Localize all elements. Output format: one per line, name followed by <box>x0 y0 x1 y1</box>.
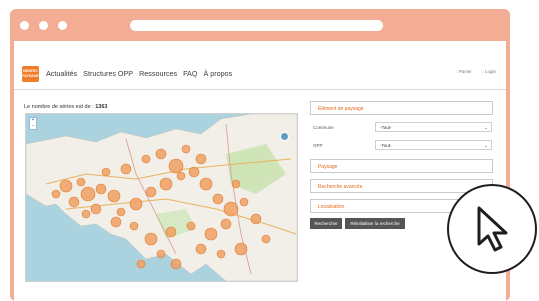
window-dot <box>39 21 48 30</box>
main-nav: Actualités Structures OPP Ressources FAQ… <box>46 69 236 78</box>
pointer-badge <box>447 184 537 274</box>
map-cluster-marker[interactable] <box>141 154 151 164</box>
nav-link-faq[interactable]: FAQ <box>183 69 197 78</box>
map-cluster-marker[interactable] <box>120 163 132 175</box>
map-cluster-marker[interactable] <box>231 179 241 189</box>
element-paysage-section[interactable]: Élément de paysage <box>310 101 493 115</box>
commune-select[interactable]: -Tout- ⌄ <box>375 122 492 132</box>
map-cluster-marker[interactable] <box>116 207 126 217</box>
map-cluster-marker[interactable] <box>170 258 182 270</box>
map-cluster-marker[interactable] <box>204 227 218 241</box>
map-cluster-marker[interactable] <box>81 209 91 219</box>
map-cluster-marker[interactable] <box>234 242 248 256</box>
map-cluster-marker[interactable] <box>199 177 213 191</box>
map-cluster-marker[interactable] <box>144 232 158 246</box>
window-dot <box>20 21 29 30</box>
map-cluster-marker[interactable] <box>145 186 157 198</box>
map-cluster-marker[interactable] <box>107 189 121 203</box>
map-cluster-marker[interactable] <box>51 189 61 199</box>
map-cluster-marker[interactable] <box>156 249 166 259</box>
map-cluster-marker[interactable] <box>159 177 173 191</box>
map-cluster-marker[interactable] <box>195 153 207 165</box>
map-cluster-marker[interactable] <box>165 226 177 238</box>
site-logo[interactable]: OBSERV. PAYSAGE <box>22 66 39 82</box>
basket-icon: ◌ <box>454 69 458 74</box>
map-cluster-marker[interactable] <box>129 221 139 231</box>
address-bar[interactable] <box>130 20 383 31</box>
map-cluster-marker[interactable] <box>95 183 107 195</box>
paysage-section[interactable]: Paysage <box>310 159 493 173</box>
panier-link[interactable]: ◌ Panier <box>455 69 472 74</box>
map-cluster-marker[interactable] <box>195 243 207 255</box>
series-count: Le nombre de séries est de : 1363 <box>24 104 108 110</box>
zoom-control[interactable]: + − <box>29 117 37 130</box>
map-canvas <box>26 114 297 281</box>
window-dot <box>58 21 67 30</box>
nav-link-ressources[interactable]: Ressources <box>139 69 177 78</box>
nav-link-structures[interactable]: Structures OPP <box>83 69 133 78</box>
chevron-down-icon: ⌄ <box>483 125 488 131</box>
mouse-pointer-icon <box>477 206 508 252</box>
map-cluster-marker[interactable] <box>90 203 102 215</box>
map-cluster-marker[interactable] <box>239 197 249 207</box>
map-cluster-marker[interactable] <box>250 213 262 225</box>
chevron-down-icon: ⌄ <box>483 143 488 149</box>
map-cluster-marker[interactable] <box>216 249 226 259</box>
login-link[interactable]: ◌ Login <box>481 69 496 74</box>
map-cluster-marker[interactable] <box>188 166 200 178</box>
nav-divider <box>14 89 506 90</box>
map-view[interactable]: + − <box>25 113 298 282</box>
layers-button[interactable] <box>280 132 289 141</box>
map-cluster-marker[interactable] <box>80 186 96 202</box>
browser-titlebar <box>10 9 510 41</box>
zoom-out-button[interactable]: − <box>30 123 36 130</box>
page-content: OBSERV. PAYSAGE Actualités Structures OP… <box>14 41 506 301</box>
map-cluster-marker[interactable] <box>129 197 143 211</box>
map-cluster-marker[interactable] <box>101 167 111 177</box>
map-cluster-marker[interactable] <box>168 158 184 174</box>
map-cluster-marker[interactable] <box>76 177 86 187</box>
site-navbar: OBSERV. PAYSAGE Actualités Structures OP… <box>14 63 506 85</box>
opp-select[interactable]: -Tout- ⌄ <box>375 140 492 150</box>
opp-label: OPP <box>313 143 323 148</box>
map-cluster-marker[interactable] <box>223 201 239 217</box>
map-cluster-marker[interactable] <box>136 259 146 269</box>
map-cluster-marker[interactable] <box>68 196 80 208</box>
user-icon: ◌ <box>481 69 484 74</box>
map-cluster-marker[interactable] <box>186 221 196 231</box>
commune-label: Commune <box>313 125 334 130</box>
map-cluster-marker[interactable] <box>212 193 224 205</box>
nav-link-actualites[interactable]: Actualités <box>46 69 77 78</box>
reset-button[interactable]: Réinitialiser la recherche <box>345 218 405 229</box>
map-cluster-marker[interactable] <box>181 144 191 154</box>
user-links: ◌ Panier ◌ Login <box>447 69 496 74</box>
map-cluster-marker[interactable] <box>155 148 167 160</box>
map-cluster-marker[interactable] <box>59 179 73 193</box>
map-cluster-marker[interactable] <box>261 234 271 244</box>
map-cluster-marker[interactable] <box>220 218 232 230</box>
map-cluster-marker[interactable] <box>176 171 186 181</box>
search-button[interactable]: Rechercher <box>310 218 342 229</box>
browser-window: OBSERV. PAYSAGE Actualités Structures OP… <box>10 9 510 301</box>
map-cluster-marker[interactable] <box>110 216 122 228</box>
nav-link-a-propos[interactable]: À propos <box>203 69 232 78</box>
